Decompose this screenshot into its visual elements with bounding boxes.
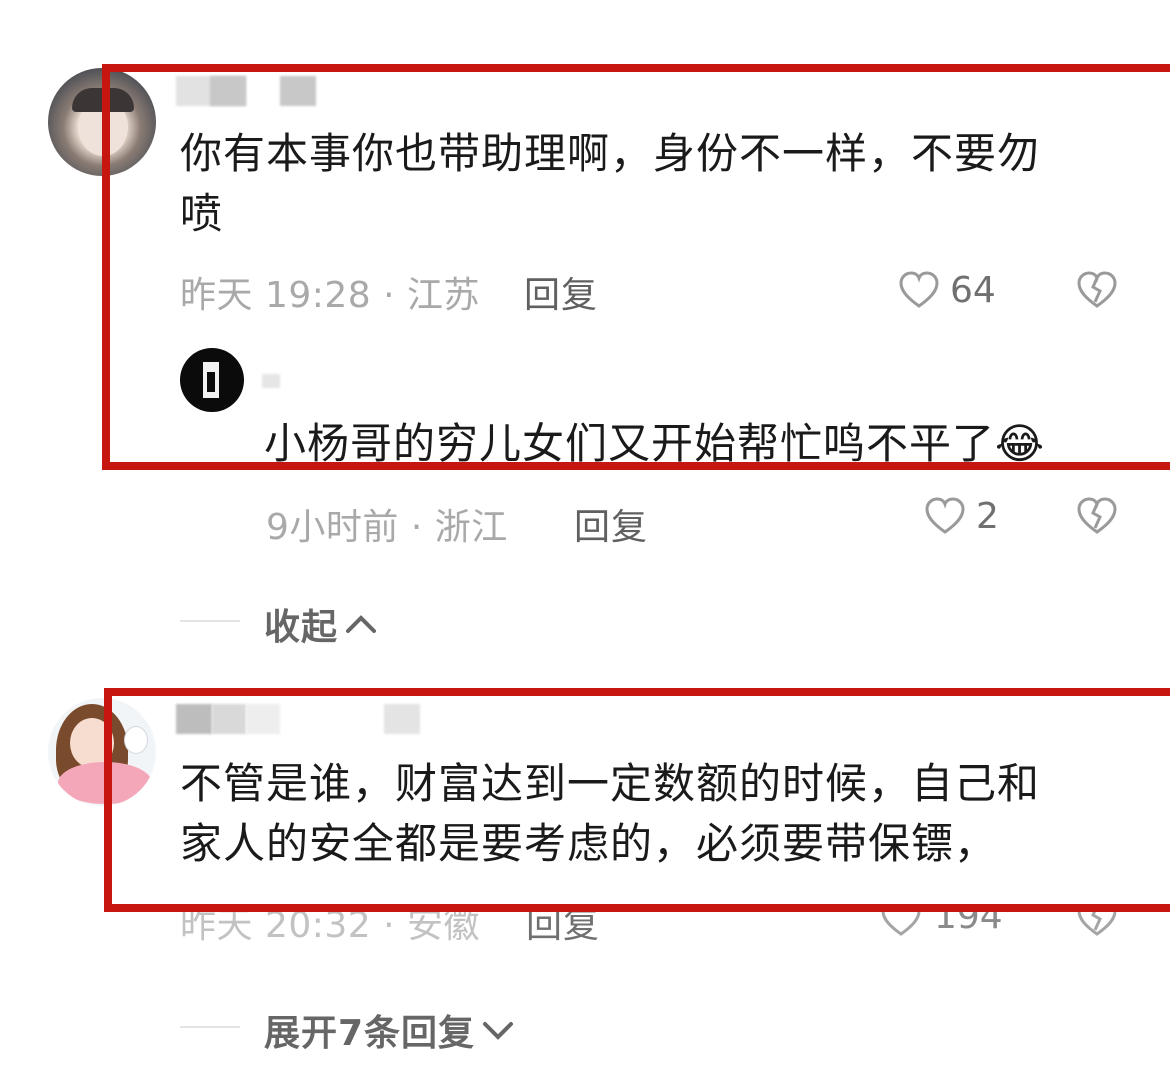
- expand-replies-button[interactable]: 展开7条回复: [264, 1004, 515, 1056]
- reply-button[interactable]: 回复: [574, 498, 648, 550]
- collapse-replies-button[interactable]: 收起: [264, 598, 378, 650]
- highlight-box: [104, 688, 1170, 912]
- chevron-up-icon: [344, 612, 378, 636]
- collapse-label: 收起: [264, 607, 339, 648]
- heart-outline-icon[interactable]: [924, 496, 966, 536]
- like-count: 2: [976, 496, 999, 537]
- broken-heart-icon[interactable]: [1076, 496, 1118, 536]
- chevron-down-icon: [481, 1018, 515, 1042]
- reply-meta: 9小时前 · 浙江: [266, 507, 508, 548]
- divider: [180, 620, 240, 622]
- divider: [180, 1026, 240, 1028]
- highlight-box: [102, 64, 1170, 470]
- expand-label: 展开7条回复: [264, 1013, 476, 1054]
